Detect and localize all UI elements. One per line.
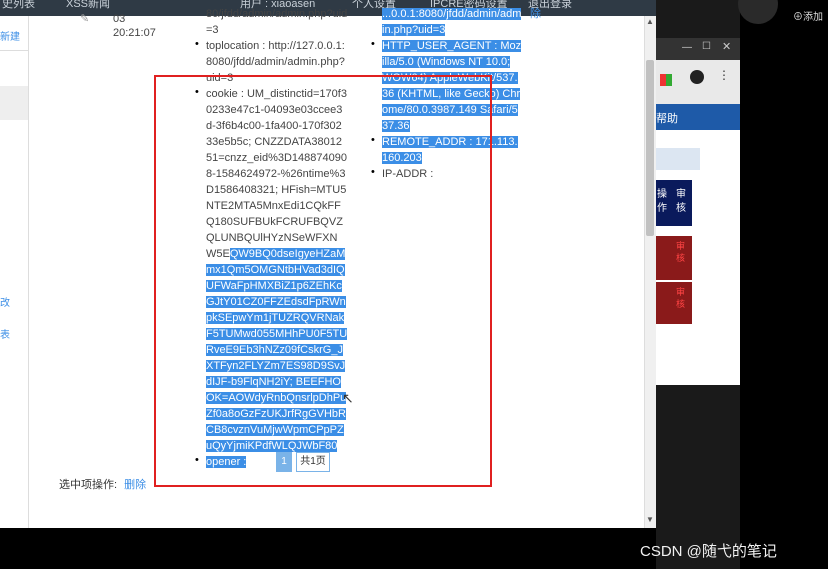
table-row: 审核 bbox=[656, 236, 692, 280]
time-text: 20:21:07 bbox=[113, 27, 156, 39]
add-button[interactable]: ⊕添加 bbox=[793, 8, 823, 23]
edge-link[interactable]: 表 bbox=[0, 326, 10, 341]
scroll-down-icon[interactable]: ▼ bbox=[646, 516, 654, 524]
bulk-action-label: 选中项操作: bbox=[59, 479, 118, 491]
edit-icon[interactable]: ✎ bbox=[80, 12, 89, 25]
bullet-icon: • bbox=[195, 38, 199, 50]
create-button[interactable]: 新建 bbox=[0, 28, 20, 43]
ua-line: HTTP_USER_AGENT : Moz bbox=[382, 40, 522, 52]
extension-icon[interactable] bbox=[660, 74, 672, 86]
ua-line: illa/5.0 (Windows NT 10.0; bbox=[382, 56, 511, 68]
nav-item[interactable]: 史列表 bbox=[2, 0, 35, 11]
divider bbox=[0, 50, 28, 51]
profile-icon[interactable] bbox=[690, 70, 704, 84]
left-panel: 新建 改 表 bbox=[0, 16, 29, 528]
close-icon[interactable]: ✕ bbox=[722, 40, 731, 53]
url-line: =3 bbox=[206, 24, 219, 36]
bullet-icon: • bbox=[371, 38, 375, 50]
nav-item[interactable]: XSS新闻 bbox=[66, 0, 110, 11]
scroll-up-icon[interactable]: ▲ bbox=[646, 18, 654, 26]
browser-toolbar: ⋮ bbox=[656, 60, 740, 104]
help-nav-item[interactable]: 帮助 bbox=[656, 110, 678, 126]
bulk-action-bar: 选中项操作: 删除 bbox=[59, 476, 146, 492]
table-row: 审核 bbox=[656, 282, 692, 324]
panel-header bbox=[0, 86, 28, 120]
header-operate: 操作 bbox=[657, 189, 667, 214]
mouse-cursor-icon: ↖ bbox=[342, 390, 354, 406]
review-link[interactable]: 审核 bbox=[676, 286, 686, 310]
delete-link-partial[interactable]: 除 bbox=[530, 6, 541, 22]
panel-strip bbox=[656, 148, 700, 170]
review-link[interactable]: 审核 bbox=[676, 240, 686, 264]
dark-side-panel bbox=[738, 0, 828, 569]
header-review: 审核 bbox=[676, 189, 686, 214]
menu-kebab-icon[interactable]: ⋮ bbox=[718, 68, 730, 82]
url-line: 80/jfdd/admin/admin.php?uid bbox=[206, 8, 348, 20]
toplocation-line: toplocation : http://127.0.0.1: bbox=[206, 40, 345, 52]
watermark: CSDN @随弋的笔记 bbox=[640, 543, 777, 560]
table-header: 操作 审核 bbox=[656, 180, 692, 226]
plus-circle-icon: ⊕ bbox=[793, 12, 803, 23]
screen: 史列表 XSS新闻 用户 : xiaoasen 个人设置 IPCRE密码设置 退… bbox=[0, 0, 828, 569]
bulk-delete-link[interactable]: 删除 bbox=[124, 479, 146, 491]
edge-link[interactable]: 改 bbox=[0, 294, 10, 309]
minimize-icon[interactable]: — bbox=[682, 42, 692, 53]
avatar bbox=[738, 0, 778, 24]
scrollbar-thumb[interactable] bbox=[646, 60, 654, 236]
red-annotation-box bbox=[154, 75, 492, 487]
blue-nav-bar: 帮助 bbox=[656, 104, 740, 130]
url-line-selected: ...0.0.1:8080/jfdd/admin/adm bbox=[382, 8, 522, 20]
maximize-icon[interactable]: ☐ bbox=[702, 41, 711, 52]
url-line-selected: in.php?uid=3 bbox=[382, 24, 446, 36]
toplocation-line: 8080/jfdd/admin/admin.php? bbox=[206, 56, 345, 68]
browser-title-bar: — ☐ ✕ bbox=[656, 38, 740, 60]
add-label: 添加 bbox=[803, 12, 823, 23]
